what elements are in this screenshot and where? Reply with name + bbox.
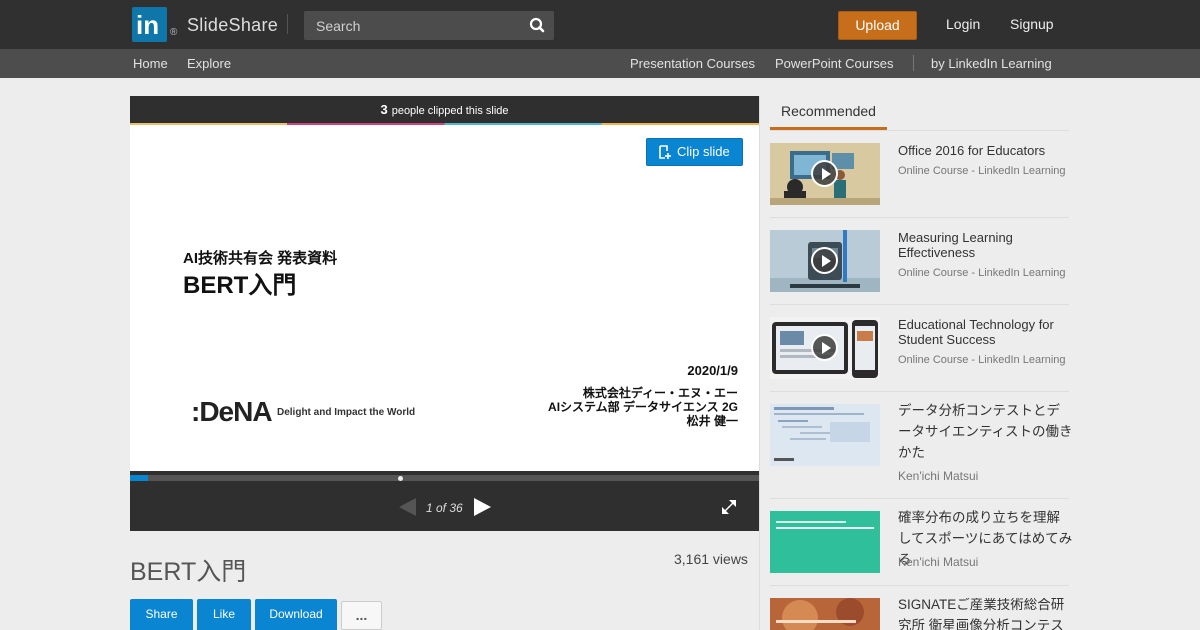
nav-bar: Home Explore Presentation Courses PowerP… <box>0 49 1200 78</box>
clip-icon <box>659 145 671 159</box>
nav-linkedin-learning[interactable]: by LinkedIn Learning <box>931 56 1052 71</box>
recommended-item[interactable]: Educational Technology for Student Succe… <box>770 317 1069 392</box>
nav-powerpoint-courses[interactable]: PowerPoint Courses <box>775 56 894 71</box>
more-options-button[interactable]: ... <box>341 601 382 630</box>
clip-count-banner: 3 people clipped this slide <box>130 96 759 123</box>
clip-slide-button[interactable]: Clip slide <box>646 138 743 166</box>
play-icon <box>811 160 838 187</box>
recommended-item[interactable]: 確率分布の成り立ちを理解してスポーツにあてはめてみる Ken'ichi Mats… <box>770 510 1072 586</box>
recommended-item[interactable]: データ分析コンテストとデータサイエンティストの働きかた Ken'ichi Mat… <box>770 403 1073 499</box>
document-title: BERT入門 <box>130 558 247 586</box>
slide-thumbnail[interactable] <box>770 598 880 630</box>
slide-thumbnail[interactable] <box>770 404 880 466</box>
previous-slide-button[interactable] <box>398 497 418 522</box>
view-count: 3,161 views <box>674 551 748 567</box>
item-divider <box>770 391 1069 392</box>
recommended-title[interactable]: データ分析コンテストとデータサイエンティストの働きかた <box>898 400 1073 463</box>
slide-canvas[interactable]: Clip slide AI技術共有会 発表資料 BERT入門 2020/1/9 … <box>130 123 759 471</box>
course-thumbnail[interactable] <box>770 230 880 292</box>
dena-tagline: Delight and Impact the World <box>277 407 416 418</box>
clip-count-number: 3 <box>380 102 388 117</box>
item-divider <box>770 585 1069 586</box>
upload-button[interactable]: Upload <box>838 11 917 40</box>
clip-slide-label: Clip slide <box>677 144 730 159</box>
slide-player: 3 people clipped this slide Clip slide AI… <box>130 96 759 531</box>
item-divider <box>770 498 1069 499</box>
recommended-title[interactable]: Educational Technology for Student Succe… <box>898 317 1073 347</box>
recommended-author[interactable]: Ken'ichi Matsui <box>898 469 978 483</box>
linkedin-logo-icon[interactable]: in <box>132 7 167 42</box>
nav-presentation-courses[interactable]: Presentation Courses <box>630 56 755 71</box>
tab-underline <box>770 130 1069 131</box>
nav-home[interactable]: Home <box>133 56 168 71</box>
logo-divider <box>287 14 288 34</box>
search-icon <box>529 17 545 33</box>
next-slide-button[interactable] <box>473 497 493 522</box>
download-button[interactable]: Download <box>255 599 337 630</box>
slide-preview-image <box>770 598 880 630</box>
slide-preview-image <box>770 404 880 466</box>
recommended-source: Online Course - LinkedIn Learning <box>898 354 1066 366</box>
slideshare-logo-text[interactable]: SlideShare <box>187 15 278 36</box>
slide-org-line: 株式会社ディー・エヌ・エー <box>582 386 738 400</box>
slide-preview-image <box>770 511 880 573</box>
recommended-author[interactable]: Ken'ichi Matsui <box>898 555 978 569</box>
recommended-item[interactable]: SIGNATEご産業技術総合研究所 衛星画像分析コンテスト <box>770 598 1069 630</box>
slide-thumbnail[interactable] <box>770 511 880 573</box>
progress-fill <box>130 475 148 481</box>
nav-explore[interactable]: Explore <box>187 56 231 71</box>
slide-accent-line <box>130 123 759 125</box>
recommended-item[interactable]: Office 2016 for Educators Online Course … <box>770 143 1069 218</box>
slide-title: BERT入門 <box>183 272 297 299</box>
dena-logo: :DeNA <box>191 396 273 427</box>
clip-count-text: people clipped this slide <box>391 105 509 117</box>
slide-org-line: 松井 健一 <box>686 414 738 428</box>
sidebar-divider <box>759 96 760 630</box>
tab-recommended[interactable]: Recommended <box>770 96 887 130</box>
recommended-item[interactable]: Measuring Learning Effectiveness Online … <box>770 230 1069 305</box>
prev-arrow-icon <box>399 498 416 516</box>
search-input[interactable] <box>304 11 554 40</box>
signup-link[interactable]: Signup <box>1010 16 1054 32</box>
login-link[interactable]: Login <box>946 16 980 32</box>
slide-date: 2020/1/9 <box>687 363 738 378</box>
registered-mark: ® <box>170 27 178 38</box>
fullscreen-button[interactable] <box>720 498 738 521</box>
like-button[interactable]: Like <box>197 599 251 630</box>
recommended-title[interactable]: Office 2016 for Educators <box>898 143 1073 158</box>
play-icon <box>811 247 838 274</box>
recommended-title[interactable]: SIGNATEご産業技術総合研究所 衛星画像分析コンテスト <box>898 598 1069 630</box>
slide-org-line: AIシステム部 データサイエンス 2G <box>548 400 738 414</box>
fullscreen-icon <box>722 500 736 514</box>
next-arrow-icon <box>474 498 491 516</box>
page-indicator: 1 of 36 <box>426 501 463 515</box>
search-button[interactable] <box>524 13 550 38</box>
recommended-title[interactable]: Measuring Learning Effectiveness <box>898 230 1073 260</box>
recommended-source: Online Course - LinkedIn Learning <box>898 165 1066 177</box>
top-bar: in ® SlideShare Upload Login Signup <box>0 0 1200 49</box>
item-divider <box>770 217 1069 218</box>
slide-progress-bar[interactable] <box>130 475 759 481</box>
item-divider <box>770 304 1069 305</box>
play-icon <box>811 334 838 361</box>
progress-marker <box>398 476 403 481</box>
slide-organization: 株式会社ディー・エヌ・エー AIシステム部 データサイエンス 2G 松井 健一 <box>548 386 738 428</box>
course-thumbnail[interactable] <box>770 143 880 205</box>
recommended-source: Online Course - LinkedIn Learning <box>898 267 1066 279</box>
nav-divider <box>913 55 914 71</box>
course-thumbnail[interactable] <box>770 317 880 379</box>
share-button[interactable]: Share <box>130 599 193 630</box>
